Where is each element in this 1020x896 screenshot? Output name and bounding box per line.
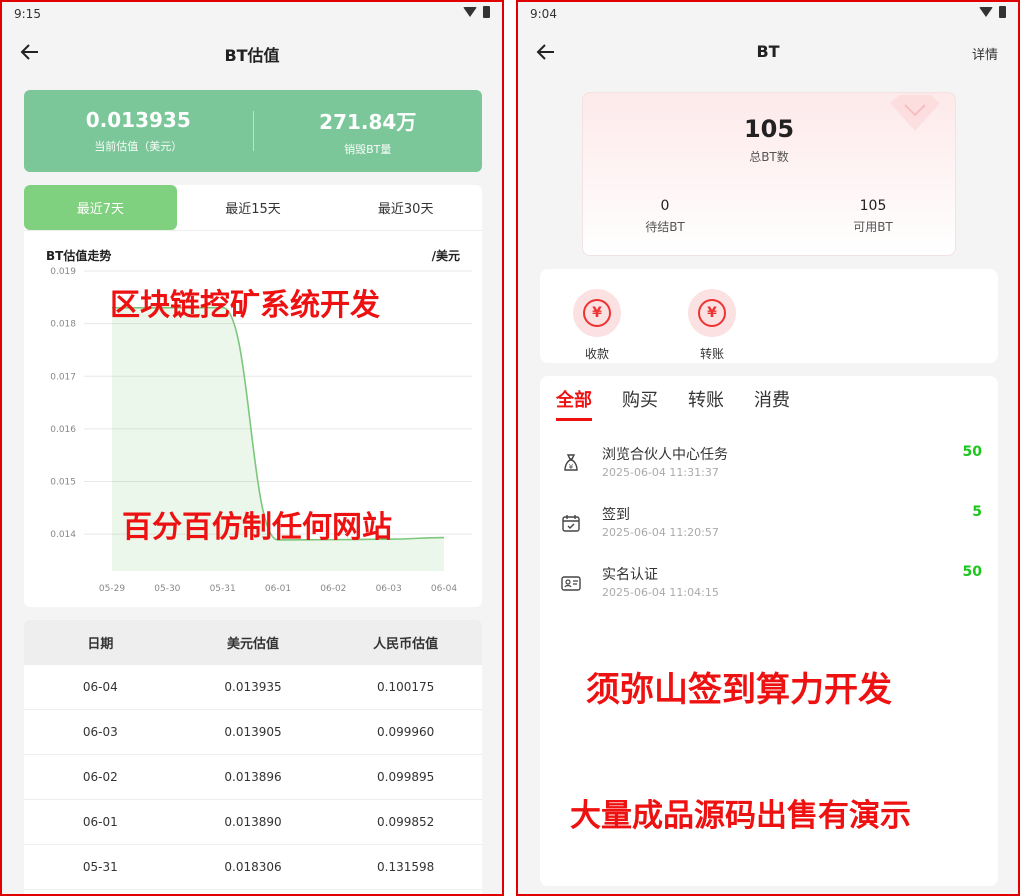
- table-row: 06-01 0.013890 0.099852: [24, 800, 482, 845]
- left-phone-screen: 9:15 BT估值 0.013935 当前估值（美元） 271.84万 销毁BT…: [0, 0, 504, 896]
- total-bt: 105: [743, 115, 795, 143]
- transfer-button[interactable]: ¥ 转账: [677, 289, 747, 362]
- id-card-icon: [561, 576, 581, 591]
- watermark-text-4: 大量成品源码出售有演示: [570, 798, 911, 834]
- y-tick-label: 0.014: [50, 530, 76, 540]
- detail-link[interactable]: 详情: [972, 44, 998, 63]
- total-bt-label: 总BT数: [749, 150, 789, 164]
- tab-consume[interactable]: 消费: [754, 386, 790, 421]
- x-tick-label: 06-01: [265, 584, 291, 594]
- battery-icon: [999, 6, 1006, 18]
- wifi-icon: [463, 7, 477, 17]
- calendar-check-icon: [562, 515, 580, 532]
- y-tick-label: 0.016: [50, 425, 76, 435]
- transfer-yuan-icon: ¥: [698, 299, 726, 327]
- y-tick-label: 0.017: [50, 372, 76, 382]
- list-item[interactable]: ¥ 浏览合伙人中心任务 2025-06-04 11:31:37 50: [556, 444, 982, 492]
- right-phone-screen: 9:04 BT 详情 105 总BT数 0 待结BT 105 可用BT ¥ 收款…: [516, 0, 1020, 896]
- x-tick-label: 05-30: [154, 584, 180, 594]
- action-bar: ¥ 收款 ¥ 转账: [540, 269, 998, 363]
- tab-transfer[interactable]: 转账: [688, 386, 724, 421]
- available-bt: 105 可用BT: [853, 198, 893, 234]
- back-arrow-icon[interactable]: [534, 40, 558, 64]
- balance-card: 105 总BT数 0 待结BT 105 可用BT: [582, 92, 956, 256]
- receive-button[interactable]: ¥ 收款: [562, 289, 632, 362]
- pending-bt: 0 待结BT: [645, 198, 685, 234]
- record-tabs: 全部 购买 转账 消费: [556, 386, 790, 421]
- receive-yuan-icon: ¥: [583, 299, 611, 327]
- status-time: 9:15: [14, 7, 41, 21]
- table-row: 05-31 0.018306 0.131598: [24, 845, 482, 890]
- wifi-icon: [979, 7, 993, 17]
- watermark-text-3: 须弥山签到算力开发: [586, 670, 892, 710]
- table-row: 06-02 0.013896 0.099895: [24, 755, 482, 800]
- back-arrow-icon[interactable]: [18, 40, 42, 64]
- tab-7-days[interactable]: 最近7天: [24, 185, 177, 230]
- list-item[interactable]: 签到 2025-06-04 11:20:57 5: [556, 504, 982, 552]
- watermark-text-2: 百分百仿制任何网站: [122, 510, 392, 545]
- x-tick-label: 05-29: [99, 584, 125, 594]
- valuation-summary: 0.013935 当前估值（美元） 271.84万 销毁BT量: [24, 90, 482, 172]
- status-bar: 9:04: [518, 2, 1018, 28]
- tab-purchase[interactable]: 购买: [622, 386, 658, 421]
- y-tick-label: 0.015: [50, 478, 76, 488]
- x-tick-label: 06-03: [376, 584, 402, 594]
- x-tick-label: 06-02: [320, 584, 346, 594]
- x-tick-label: 05-31: [210, 584, 236, 594]
- y-tick-label: 0.018: [50, 320, 76, 330]
- tab-all[interactable]: 全部: [556, 386, 592, 421]
- status-time: 9:04: [530, 7, 557, 21]
- table-header: 日期 美元估值 人民币估值: [24, 620, 482, 665]
- table-row: 06-03 0.013905 0.099960: [24, 710, 482, 755]
- page-title: BT估值: [224, 46, 280, 65]
- tab-30-days[interactable]: 最近30天: [329, 185, 482, 230]
- current-valuation: 0.013935 当前估值（美元）: [85, 108, 191, 153]
- status-bar: 9:15: [2, 2, 502, 28]
- range-tabs: 最近7天 最近15天 最近30天: [24, 185, 482, 231]
- page-title: BT: [756, 42, 780, 61]
- battery-icon: [483, 6, 490, 18]
- valuation-table: 日期 美元估值 人民币估值 06-04 0.013935 0.100175 06-0…: [24, 620, 482, 894]
- burned-amount: 271.84万 销毁BT量: [319, 109, 417, 156]
- watermark-text-1: 区块链挖矿系统开发: [110, 288, 380, 323]
- table-row: 06-04 0.013935 0.100175: [24, 665, 482, 710]
- money-bag-icon: ¥: [564, 454, 578, 471]
- x-tick-label: 06-04: [431, 584, 457, 594]
- y-tick-label: 0.019: [50, 267, 76, 277]
- nav-bar: BT估值: [2, 32, 502, 72]
- nav-bar: BT 详情: [518, 32, 1018, 72]
- tab-15-days[interactable]: 最近15天: [177, 185, 330, 230]
- list-item[interactable]: 实名认证 2025-06-04 11:04:15 50: [556, 564, 982, 612]
- svg-text:¥: ¥: [569, 463, 574, 471]
